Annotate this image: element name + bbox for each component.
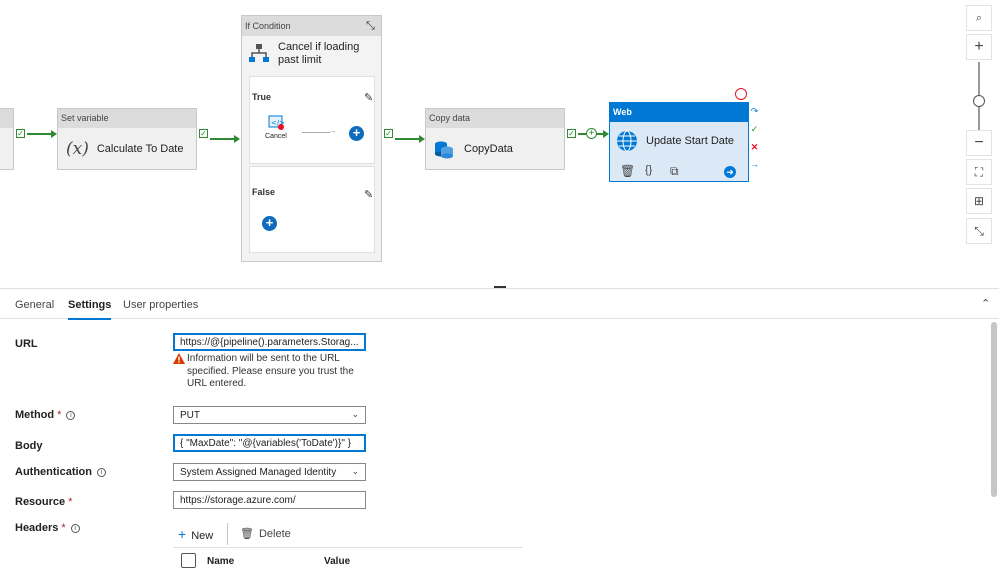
- connector: [27, 133, 53, 135]
- body-field[interactable]: { "MaxDate": "@{variables('ToDate')}" }: [173, 434, 366, 452]
- zoom-slider-handle[interactable]: [973, 95, 985, 107]
- column-header-name[interactable]: Name: [207, 556, 234, 567]
- success-output-icon[interactable]: ✓: [199, 129, 208, 138]
- info-icon: i: [66, 411, 76, 420]
- delete-icon[interactable]: 🗑: [620, 164, 635, 178]
- scrollbar-thumb[interactable]: [991, 322, 997, 497]
- activity-set-variable[interactable]: Set variable (𝑥) Calculate To Date: [57, 108, 197, 170]
- authentication-label: Authentication i: [15, 466, 106, 478]
- info-icon: i: [97, 468, 106, 477]
- branch-label: True: [252, 92, 272, 102]
- copy-data-icon: [435, 141, 453, 158]
- edit-icon[interactable]: ✎: [364, 91, 373, 104]
- fit-to-screen-icon[interactable]: ⛶: [966, 159, 992, 185]
- previous-activity-header: [0, 109, 13, 128]
- connector: [210, 138, 235, 140]
- warning-text: Information will be sent to the URL spec…: [187, 353, 354, 389]
- code-icon[interactable]: {}: [645, 164, 652, 176]
- collapse-all-icon[interactable]: ⤡: [966, 218, 992, 244]
- delete-header-button[interactable]: 🗑 Delete: [240, 527, 291, 540]
- tab-general[interactable]: General: [15, 299, 54, 311]
- chevron-down-icon: ⌄: [351, 409, 359, 419]
- pipeline-canvas[interactable]: ✓ Set variable (𝑥) Calculate To Date ✓ I…: [0, 0, 999, 288]
- url-field[interactable]: https://@{pipeline().parameters.Storag..…: [173, 333, 366, 351]
- warning-icon: [173, 353, 185, 364]
- auto-align-icon[interactable]: ⊞: [966, 188, 992, 214]
- zoom-out-button[interactable]: −: [966, 130, 992, 156]
- completion-output-icon[interactable]: →: [750, 160, 759, 169]
- activity-web[interactable]: Web Update Start Date 🗑 {} ⧉ ➜: [609, 102, 749, 182]
- success-output-icon[interactable]: ✓: [750, 125, 759, 134]
- chevron-down-icon: ⌄: [351, 466, 359, 476]
- select-all-checkbox[interactable]: [181, 553, 196, 568]
- properties-tabs: General Settings User properties ⌃: [0, 289, 999, 320]
- activity-if-condition[interactable]: If Condition ⤡ Cancel if loading past li…: [241, 15, 382, 262]
- connector: [302, 132, 330, 133]
- add-between-button[interactable]: +: [586, 128, 597, 139]
- toolbar-separator: [227, 523, 228, 545]
- add-activity-button[interactable]: +: [349, 126, 364, 141]
- activity-type-label: If Condition: [242, 16, 381, 36]
- clone-icon[interactable]: ⧉: [670, 164, 679, 179]
- plus-icon: +: [178, 526, 187, 542]
- navigate-arrow-icon[interactable]: ➜: [724, 166, 736, 178]
- tab-settings[interactable]: Settings: [68, 299, 112, 320]
- activity-name: Update Start Date: [646, 135, 735, 147]
- true-branch[interactable]: True ✎ </> Cancel → +: [249, 76, 375, 164]
- false-branch[interactable]: False ✎ +: [249, 166, 375, 253]
- failure-output-icon[interactable]: ✕: [750, 143, 759, 152]
- vertical-scrollbar[interactable]: [990, 320, 998, 582]
- success-output-icon[interactable]: ✓: [16, 129, 25, 138]
- success-output-icon[interactable]: ✓: [384, 129, 393, 138]
- tab-user-properties[interactable]: User properties: [123, 299, 198, 311]
- previous-activity[interactable]: [0, 108, 14, 170]
- activity-copy-data[interactable]: Copy data CopyData: [425, 108, 565, 170]
- branch-label: False: [252, 187, 276, 197]
- cancel-activity-icon: </>: [268, 115, 284, 130]
- activity-type-label: Set variable: [58, 109, 196, 128]
- body-label: Body: [15, 440, 43, 452]
- collapse-panel-icon[interactable]: ⌃: [981, 297, 990, 310]
- trash-icon: 🗑: [240, 528, 254, 540]
- connector: [395, 138, 420, 140]
- zoom-in-button[interactable]: +: [966, 34, 992, 60]
- skip-output-icon[interactable]: ↷: [750, 107, 759, 116]
- add-activity-button[interactable]: +: [262, 216, 277, 231]
- activity-name: Calculate To Date: [96, 142, 184, 155]
- resource-label: Resource *: [15, 496, 73, 508]
- headers-table-divider: [173, 547, 523, 548]
- resource-field[interactable]: https://storage.azure.com/: [173, 491, 366, 509]
- search-icon[interactable]: ⌕: [966, 5, 992, 31]
- connector-arrow: [234, 135, 240, 143]
- delete-status-circle-icon: [735, 88, 747, 100]
- edit-icon[interactable]: ✎: [364, 188, 373, 201]
- url-label: URL: [15, 338, 38, 350]
- authentication-select[interactable]: System Assigned Managed Identity ⌄: [173, 463, 366, 481]
- success-output-icon[interactable]: ✓: [567, 129, 576, 138]
- activity-type-label: Web: [610, 103, 748, 122]
- info-icon: i: [70, 524, 80, 533]
- globe-icon: [617, 130, 637, 152]
- connector-arrow: →: [328, 125, 337, 135]
- column-header-value[interactable]: Value: [324, 556, 350, 567]
- activity-name: CopyData: [464, 142, 513, 155]
- activity-name: Cancel if loading past limit: [278, 41, 360, 66]
- collapse-icon[interactable]: ⤡: [366, 20, 375, 33]
- variable-icon: (𝑥): [66, 138, 89, 159]
- if-condition-icon: [249, 44, 269, 62]
- method-select[interactable]: PUT ⌄: [173, 406, 366, 424]
- activity-type-label: Copy data: [426, 109, 564, 128]
- cancel-activity-label[interactable]: Cancel: [265, 133, 287, 140]
- resize-handle[interactable]: [494, 286, 506, 288]
- new-header-button[interactable]: + New: [178, 526, 213, 542]
- method-label: Method * i: [15, 409, 76, 421]
- headers-label: Headers * i: [15, 522, 80, 534]
